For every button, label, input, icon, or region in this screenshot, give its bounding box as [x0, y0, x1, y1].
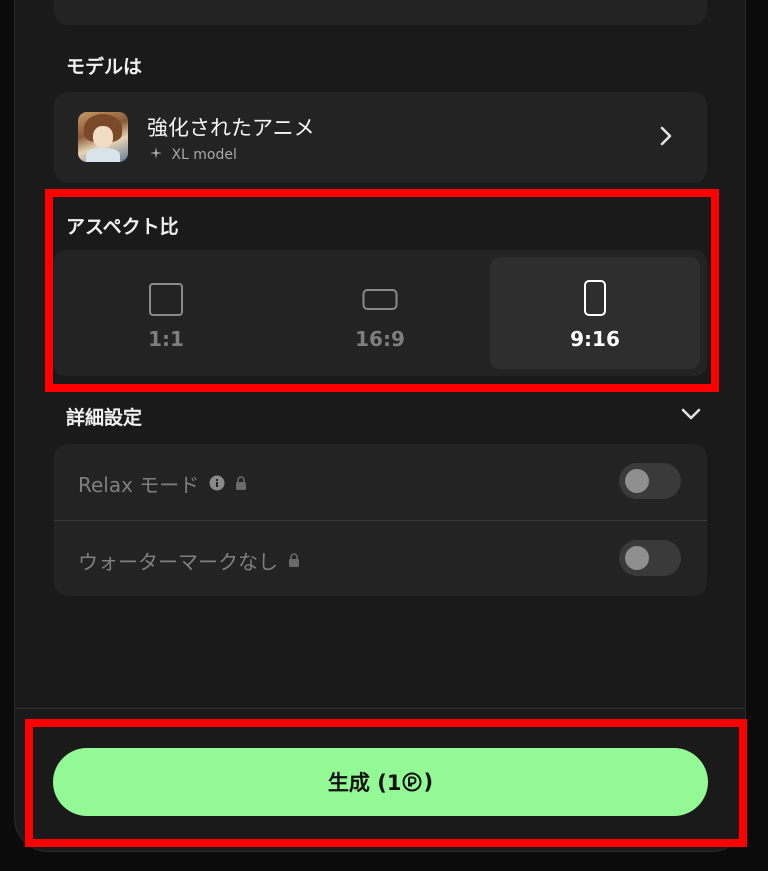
detailed-settings-card: Relax モード ウォーターマークなし — [54, 444, 707, 596]
chevron-right-icon — [659, 125, 673, 151]
no-watermark-text: ウォーターマークなし — [78, 550, 278, 574]
detailed-settings-heading: 詳細設定 — [66, 407, 143, 429]
chevron-down-icon[interactable] — [680, 406, 702, 425]
model-selector[interactable]: 強化されたアニメ XL model — [54, 92, 707, 183]
model-thumbnail — [78, 112, 128, 162]
sparkle-icon — [150, 147, 166, 163]
relax-mode-row: Relax モード — [54, 444, 707, 520]
lock-icon — [288, 549, 300, 573]
relax-mode-toggle[interactable] — [619, 463, 681, 499]
no-watermark-label: ウォーターマークなし — [78, 546, 300, 575]
previous-section-card — [54, 0, 707, 25]
no-watermark-toggle[interactable] — [619, 540, 681, 576]
model-section-heading: モデルは — [66, 56, 143, 78]
model-tag: XL model — [150, 147, 237, 163]
model-name: 強化されたアニメ — [147, 116, 315, 140]
info-icon[interactable] — [209, 472, 225, 496]
lock-icon — [235, 472, 247, 496]
generate-button-highlight — [25, 719, 747, 847]
aspect-ratio-highlight — [45, 189, 719, 392]
footer-divider — [15, 708, 745, 709]
relax-mode-text: Relax モード — [78, 473, 200, 497]
no-watermark-row: ウォーターマークなし — [54, 520, 707, 597]
relax-mode-label: Relax モード — [78, 469, 247, 498]
model-tag-label: XL model — [171, 147, 237, 163]
